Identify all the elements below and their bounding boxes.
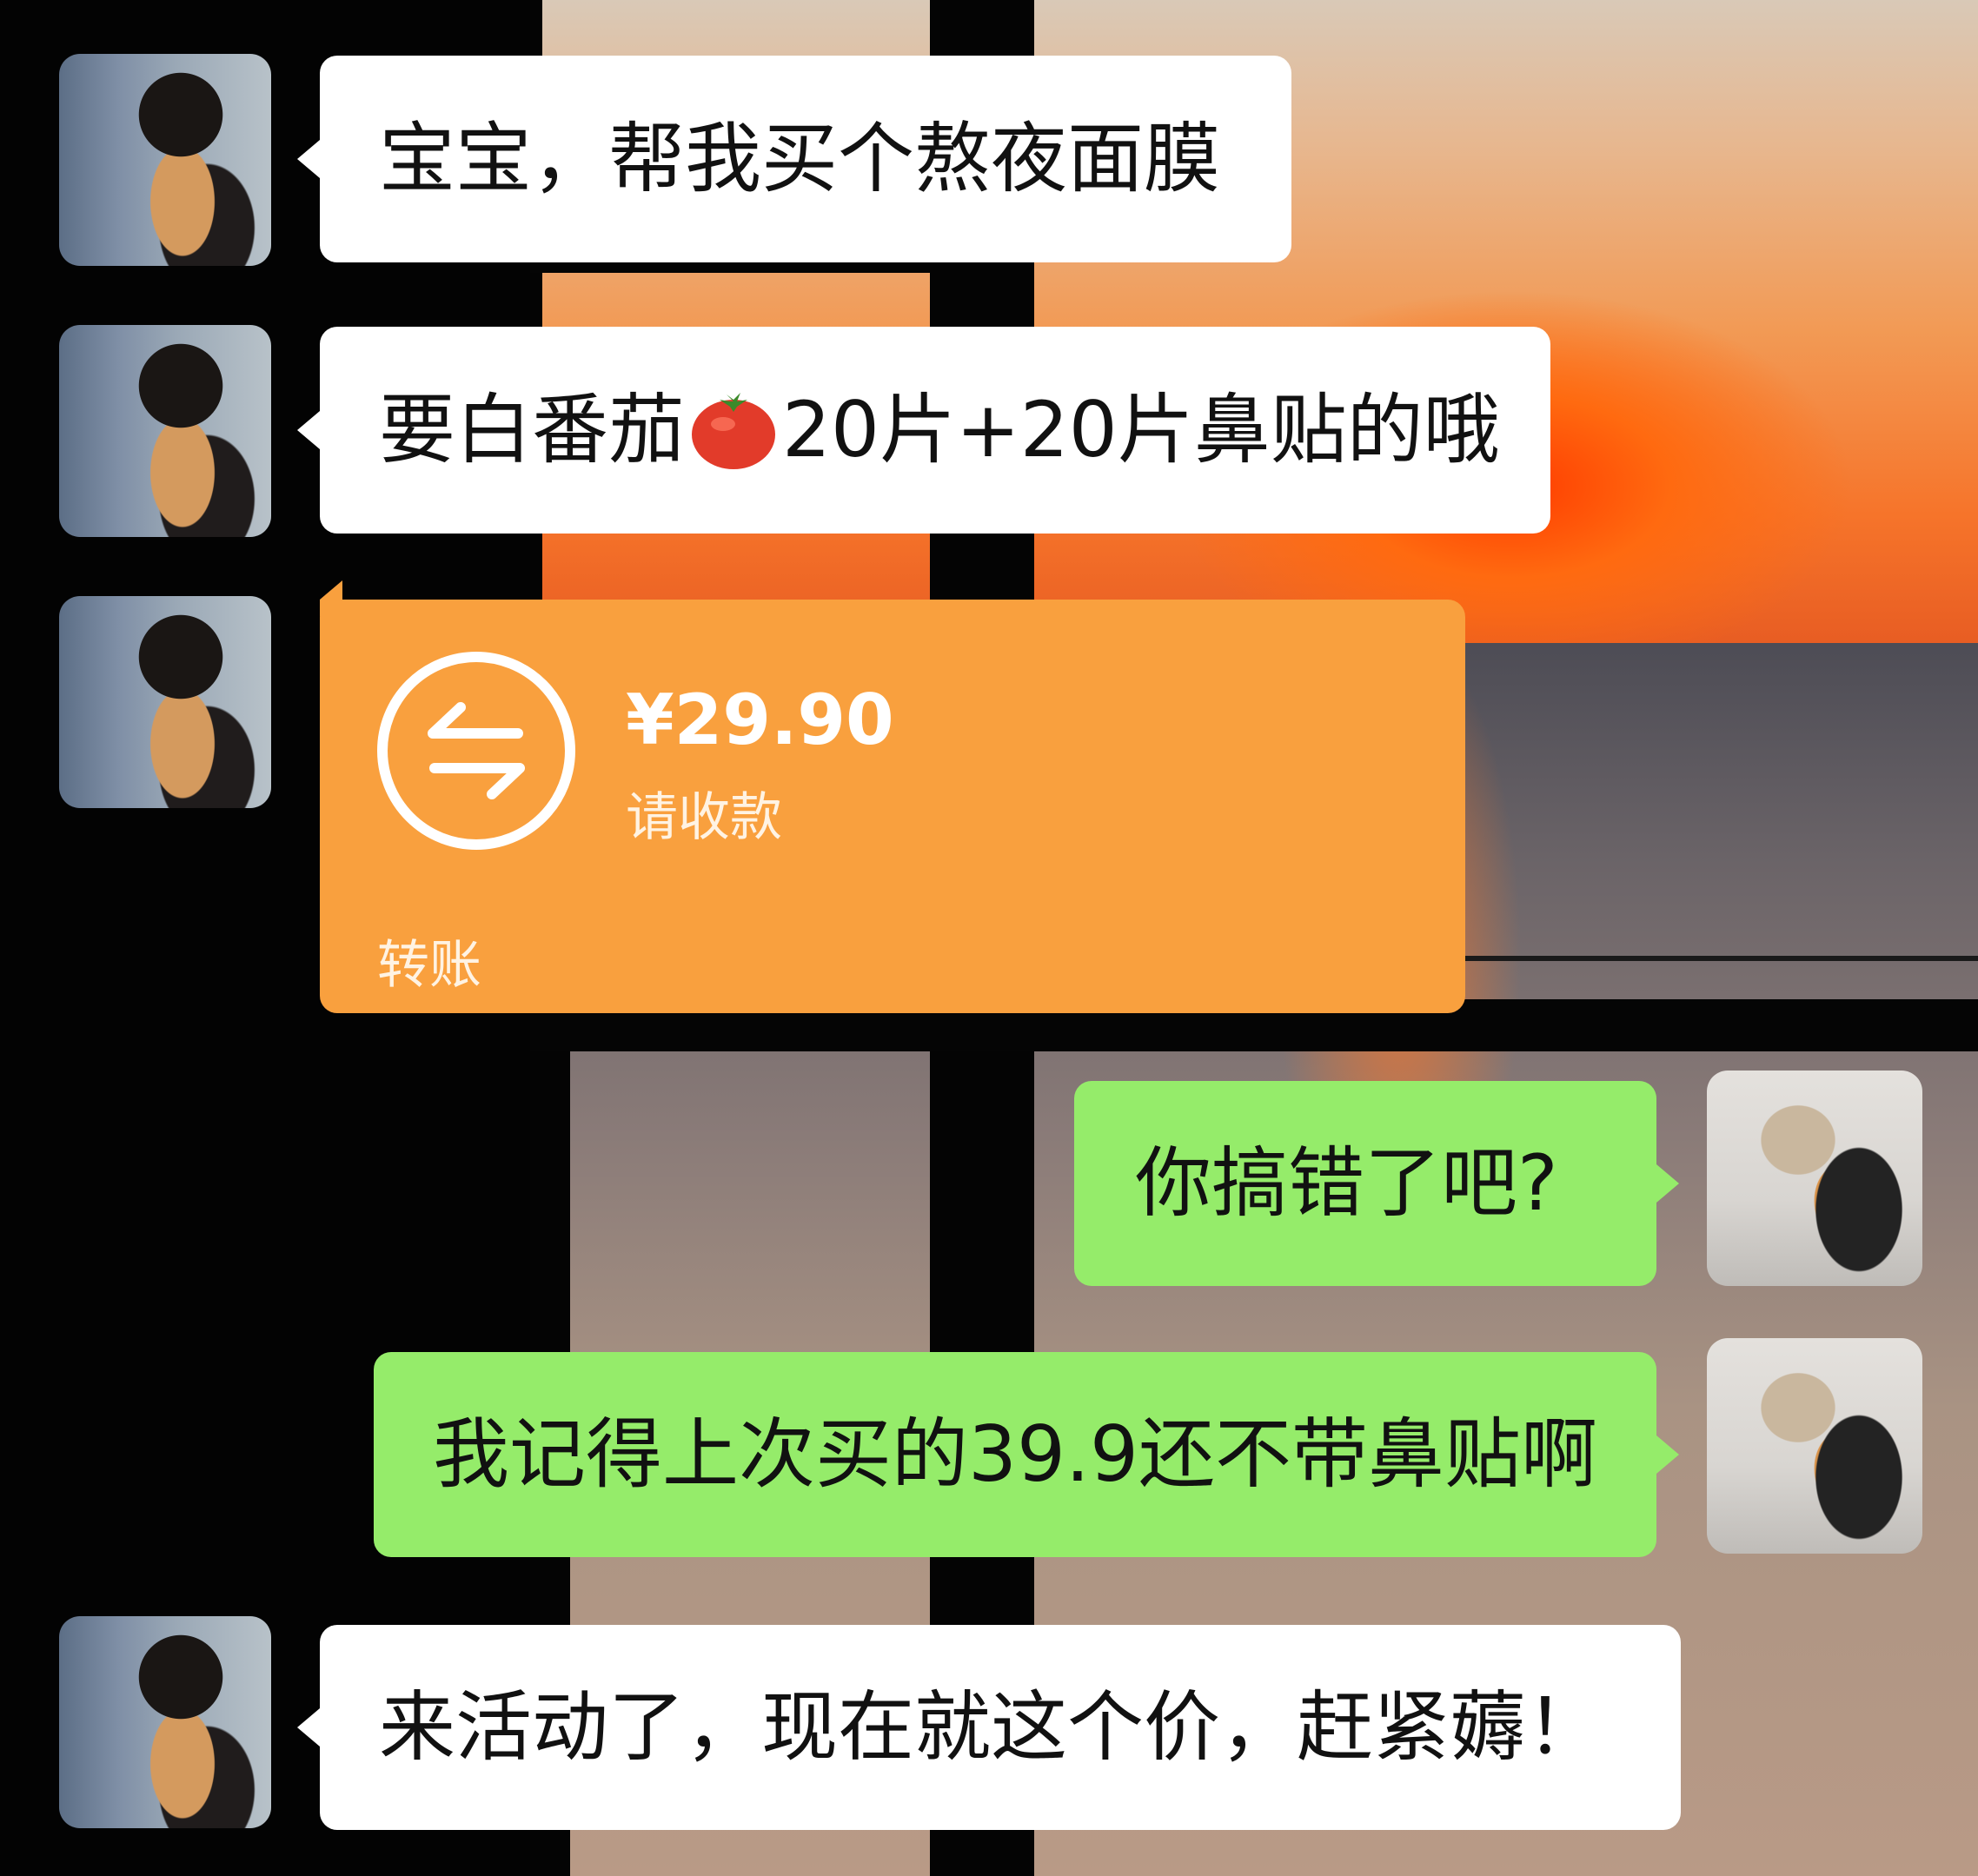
my-avatar[interactable] — [1707, 1338, 1922, 1554]
contact-avatar[interactable] — [59, 596, 271, 808]
transfer-amount: ¥29.90 — [626, 679, 894, 760]
transfer-arrows-icon — [377, 652, 575, 850]
bubble-tail — [297, 1708, 320, 1747]
message-bubble-outgoing[interactable]: 我记得上次买的39.9还不带鼻贴啊 — [374, 1352, 1679, 1557]
contact-avatar[interactable] — [59, 325, 271, 537]
message-text: 你搞错了吧? — [1135, 1138, 1558, 1228]
bubble-tail — [297, 411, 320, 449]
message-text: 要白番茄 — [379, 385, 686, 474]
my-avatar[interactable] — [1707, 1071, 1922, 1286]
transfer-card[interactable]: ¥29.90 请收款 转账 — [320, 580, 1465, 1013]
transfer-label: 转账 — [377, 935, 481, 996]
tomato-emoji-icon — [688, 389, 779, 471]
bubble-tail — [1656, 1164, 1679, 1203]
message-bubble-incoming[interactable]: 来活动了，现在就这个价，赶紧薅！ — [297, 1625, 1681, 1830]
message-text: 我记得上次买的39.9还不带鼻贴啊 — [433, 1409, 1597, 1499]
bubble-tail — [297, 140, 320, 178]
window-rail — [1425, 956, 1978, 961]
message-text: 宝宝，帮我买个熬夜面膜 — [379, 114, 1221, 203]
message-bubble-incoming[interactable]: 宝宝，帮我买个熬夜面膜 — [297, 56, 1291, 262]
bubble-tail — [320, 580, 342, 635]
message-bubble-outgoing[interactable]: 你搞错了吧? — [1074, 1081, 1679, 1286]
transfer-divider — [320, 904, 1465, 905]
bubble-tail — [1656, 1435, 1679, 1474]
window-frame — [530, 261, 930, 273]
transfer-note: 请收款 — [626, 787, 782, 848]
message-text: 来活动了，现在就这个价，赶紧薅！ — [379, 1682, 1603, 1772]
message-text: 20片+20片鼻贴的哦 — [782, 385, 1500, 474]
message-bubble-incoming[interactable]: 要白番茄 20片+20片鼻贴的哦 — [297, 327, 1550, 534]
contact-avatar[interactable] — [59, 1616, 271, 1828]
contact-avatar[interactable] — [59, 54, 271, 266]
